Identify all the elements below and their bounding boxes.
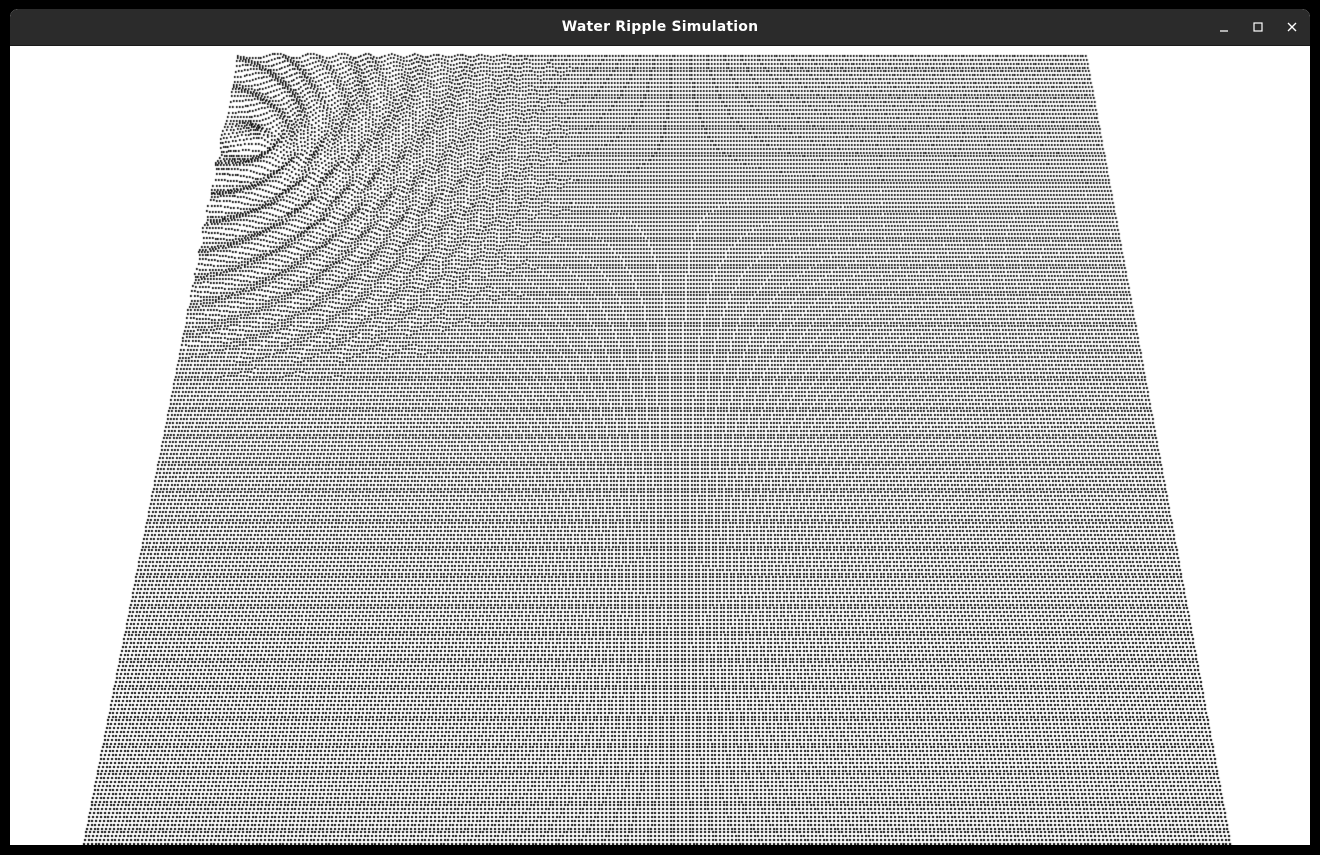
title-bar[interactable]: Water Ripple Simulation bbox=[10, 9, 1310, 46]
close-button[interactable] bbox=[1280, 15, 1304, 39]
maximize-icon bbox=[1253, 22, 1263, 32]
minimize-button[interactable] bbox=[1212, 15, 1236, 39]
app-window: Water Ripple Simulation bbox=[10, 9, 1310, 845]
water-mesh-canvas[interactable] bbox=[10, 46, 1310, 845]
window-title: Water Ripple Simulation bbox=[561, 19, 759, 35]
close-icon bbox=[1287, 22, 1297, 32]
minimize-icon bbox=[1220, 30, 1228, 32]
maximize-button[interactable] bbox=[1246, 15, 1270, 39]
simulation-viewport[interactable] bbox=[10, 46, 1310, 845]
